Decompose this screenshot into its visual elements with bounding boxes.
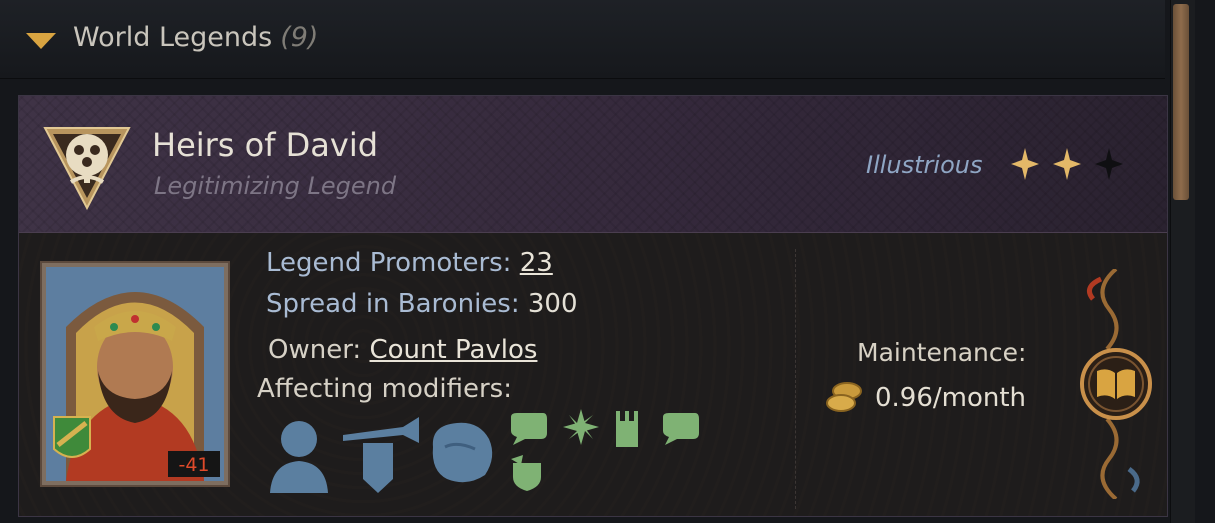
collapse-triangle-icon[interactable]	[26, 33, 56, 49]
spread-row: Spread in Baronies: 300	[266, 289, 578, 319]
promoters-label: Legend Promoters:	[266, 248, 512, 278]
owner-portrait[interactable]: -41	[40, 261, 230, 487]
owner-row: Owner: Count Pavlos	[268, 335, 537, 365]
promoters-value[interactable]: 23	[520, 248, 553, 278]
scrollbar-thumb[interactable]	[1173, 4, 1189, 200]
legend-card-header: Heirs of David Legitimizing Legend Illus…	[19, 96, 1167, 233]
spread-label: Spread in Baronies:	[266, 289, 520, 319]
trumpet-banner-icon[interactable]	[341, 413, 421, 495]
person-silhouette-icon[interactable]	[266, 413, 332, 493]
star-filled-icon	[1053, 148, 1081, 180]
section-divider	[795, 249, 796, 509]
world-legends-header[interactable]: World Legends (9)	[0, 0, 1165, 79]
section-count: (9)	[280, 22, 319, 53]
legend-type: Legitimizing Legend	[154, 172, 397, 200]
promoters-row: Legend Promoters: 23	[266, 248, 553, 278]
star-filled-icon	[1011, 148, 1039, 180]
quality-stars	[1011, 148, 1123, 180]
legend-card-body: -41 Legend Promoters: 23 Spread in Baron…	[19, 233, 1167, 516]
gold-coins-icon	[826, 382, 862, 412]
tower-icon[interactable]	[610, 409, 644, 449]
legend-quality: Illustrious	[866, 151, 983, 179]
speech-bubble-icon[interactable]	[507, 411, 549, 445]
speech-bubble-icon[interactable]	[659, 411, 701, 445]
tree-emblem-icon	[43, 127, 131, 211]
spread-value: 300	[527, 289, 578, 319]
section-title: World Legends (9)	[73, 22, 318, 53]
modifiers-label: Affecting modifiers:	[257, 374, 512, 404]
maintenance-value: 0.96/month	[875, 383, 1027, 413]
owner-label: Owner:	[268, 335, 362, 365]
legend-card[interactable]: Heirs of David Legitimizing Legend Illus…	[18, 95, 1168, 517]
maintenance-label: Maintenance:	[857, 338, 1027, 367]
portrait-badge: -41	[178, 454, 209, 476]
legend-chronicle-button[interactable]	[1073, 269, 1159, 499]
sparkle-icon[interactable]	[561, 407, 601, 447]
rock-map-icon[interactable]	[427, 417, 497, 487]
section-title-text: World Legends	[73, 22, 273, 53]
legend-name: Heirs of David	[152, 126, 379, 164]
owner-link[interactable]: Count Pavlos	[369, 335, 537, 365]
portrait-image: -41	[46, 267, 224, 481]
shield-arrow-icon[interactable]	[507, 453, 547, 493]
star-empty-icon	[1095, 148, 1123, 180]
